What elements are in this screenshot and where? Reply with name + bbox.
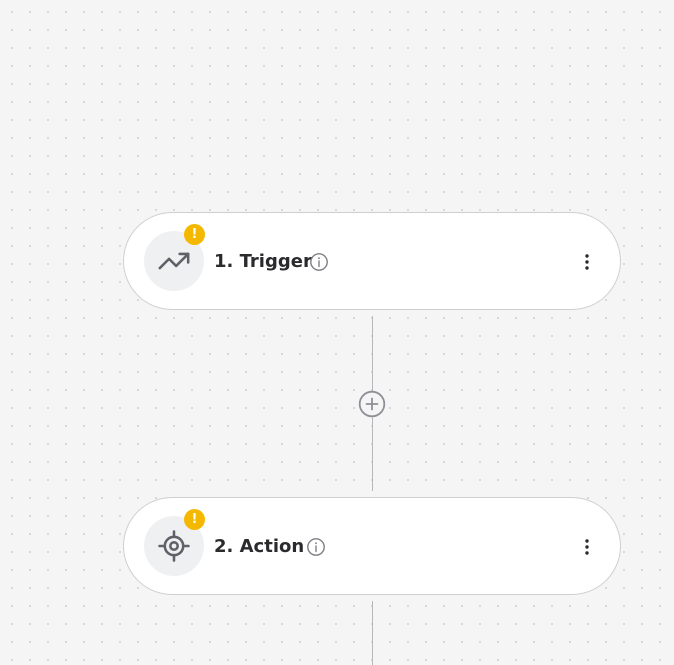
trigger-node[interactable]: ! 1. Trigger — [123, 212, 621, 310]
info-icon[interactable] — [309, 252, 329, 272]
action-node[interactable]: ! 2. Action — [123, 497, 621, 595]
connector-line — [372, 417, 373, 491]
info-icon[interactable] — [306, 537, 326, 557]
workflow-canvas[interactable]: ! 1. Trigger ! 2. Action — [0, 0, 674, 665]
warning-badge: ! — [184, 509, 205, 530]
warning-badge: ! — [184, 224, 205, 245]
plus-circle-icon[interactable] — [358, 390, 386, 418]
action-title: 2. Action — [214, 536, 305, 557]
target-icon — [158, 530, 190, 562]
connector-line — [372, 316, 373, 392]
connector-line — [372, 601, 373, 665]
more-vertical-icon[interactable] — [577, 537, 597, 557]
more-vertical-icon[interactable] — [577, 252, 597, 272]
trigger-title: 1. Trigger — [214, 251, 312, 272]
trending-up-icon — [158, 252, 190, 270]
